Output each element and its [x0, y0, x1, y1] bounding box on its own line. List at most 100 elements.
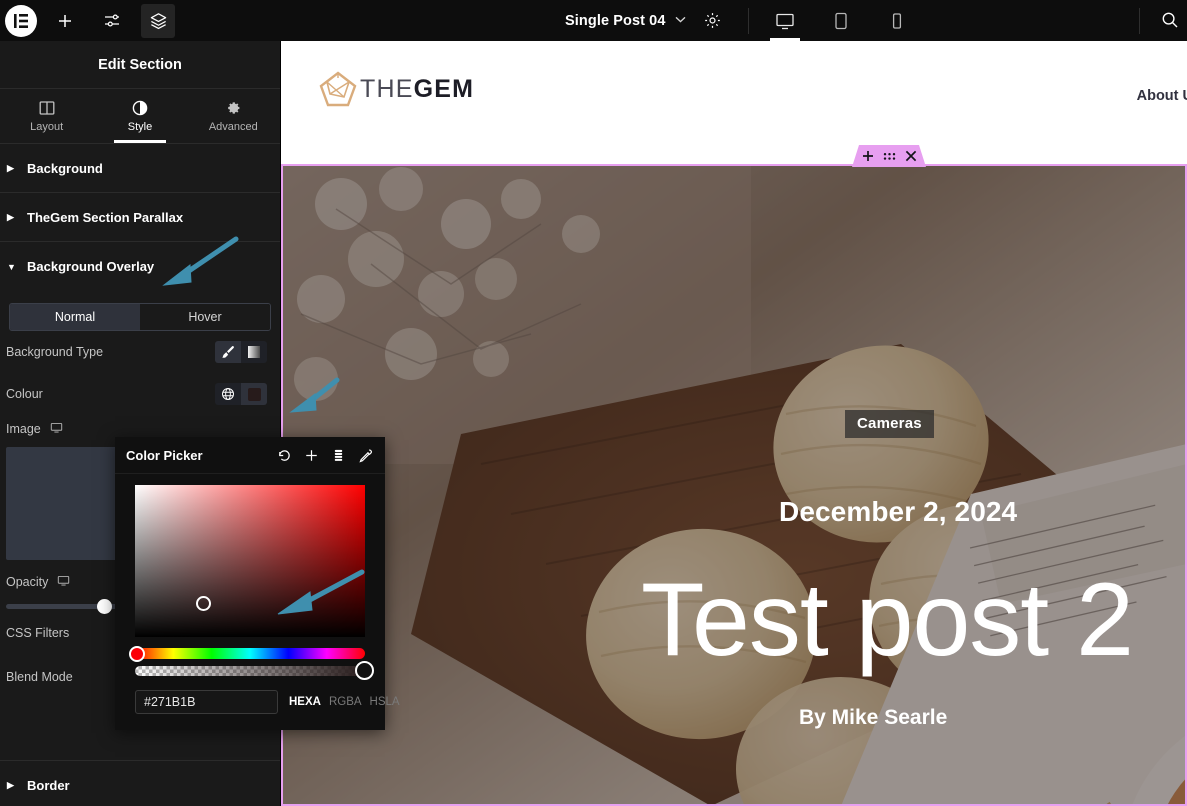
close-icon[interactable]: [905, 150, 917, 162]
brush-icon: [222, 346, 234, 358]
color-format-tabs: HEXA RGBA HSLA: [289, 696, 400, 708]
section-background-label: Background: [27, 160, 103, 176]
chevron-right-icon: ▶: [7, 779, 14, 790]
reset-icon[interactable]: [275, 446, 293, 464]
post-category-badge[interactable]: Cameras: [845, 410, 934, 438]
background-type-classic-button[interactable]: [215, 341, 241, 363]
nav-item-about-us[interactable]: About U: [1137, 88, 1187, 104]
tab-layout[interactable]: Layout: [0, 89, 93, 143]
page-title: Edit Section: [98, 56, 182, 73]
alpha-handle[interactable]: [355, 661, 374, 680]
hue-slider[interactable]: [129, 646, 365, 662]
device-tablet-button[interactable]: [813, 0, 869, 41]
document-title: Single Post 04: [565, 12, 666, 29]
section-background[interactable]: ▶ Background: [0, 144, 280, 193]
tab-style[interactable]: Style: [93, 89, 186, 143]
swatches-icon[interactable]: [329, 446, 347, 464]
background-type-control-group: [215, 341, 267, 363]
logo-text: THEGEM: [360, 75, 474, 104]
chevron-down-icon: [675, 15, 686, 26]
colour-label: Colour: [6, 387, 43, 401]
editor-canvas: THEGEM About U: [281, 41, 1187, 806]
elementor-editor: Single Post 04 THEGEM About Cameras Dece…: [0, 0, 1187, 806]
site-settings-button[interactable]: [88, 0, 135, 41]
state-tab-hover[interactable]: Hover: [140, 304, 270, 330]
tab-layout-label: Layout: [30, 120, 64, 133]
colour-control-group: [215, 383, 267, 405]
plus-icon: [58, 14, 71, 27]
toolbar-divider: [748, 8, 749, 34]
opacity-slider-handle[interactable]: [97, 599, 112, 614]
row-background-type: Background Type: [0, 331, 280, 373]
image-label-text: Image: [6, 422, 41, 436]
top-toolbar: Single Post 04: [0, 0, 1187, 41]
section-background-overlay[interactable]: ▼ Background Overlay: [0, 242, 280, 291]
gem-pentagon-icon: [319, 71, 357, 107]
elementor-logo-button[interactable]: [0, 0, 41, 41]
site-header: THEGEM About U: [281, 41, 1187, 164]
hue-handle[interactable]: [129, 646, 145, 662]
blend-mode-label: Blend Mode: [6, 670, 73, 684]
plus-icon[interactable]: [862, 150, 874, 162]
section-edit-toolbar[interactable]: [852, 145, 926, 167]
elementor-logo-icon: [4, 4, 37, 37]
section-thegem-parallax-label: TheGem Section Parallax: [27, 209, 184, 225]
color-picker-footer: HEXA RGBA HSLA: [135, 690, 400, 714]
hero-section[interactable]: Cameras December 2, 2024 Test post 2 By …: [281, 164, 1187, 806]
background-type-label: Background Type: [6, 345, 104, 359]
format-rgba[interactable]: RGBA: [329, 696, 362, 708]
tab-style-label: Style: [127, 120, 153, 133]
monitor-icon[interactable]: [57, 574, 70, 590]
toolbar-divider-right: [1139, 8, 1140, 34]
overlay-state-tabs: Normal Hover: [9, 303, 271, 331]
color-picker-header: Color Picker: [115, 437, 385, 474]
navigator-button[interactable]: [141, 3, 175, 38]
hue-bar: [135, 648, 365, 659]
hex-input[interactable]: [135, 690, 278, 714]
global-colors-button[interactable]: [215, 383, 241, 405]
plus-icon[interactable]: [302, 446, 320, 464]
finder-button[interactable]: [1160, 10, 1180, 35]
mobile-icon: [892, 12, 902, 29]
tab-advanced[interactable]: Advanced: [187, 89, 280, 143]
section-background-overlay-label: Background Overlay: [27, 259, 155, 274]
format-hexa[interactable]: HEXA: [289, 696, 321, 708]
background-type-gradient-button[interactable]: [241, 341, 267, 363]
site-logo[interactable]: THEGEM: [318, 70, 474, 108]
color-picker-popup[interactable]: Color Picker #271B1B HEXA RGBA HSLA: [115, 437, 400, 730]
logo-gem: GEM: [413, 74, 475, 103]
globe-icon: [222, 388, 234, 400]
eyedropper-icon[interactable]: [356, 446, 374, 464]
chevron-right-icon: ▶: [7, 211, 14, 222]
section-thegem-parallax[interactable]: ▶ TheGem Section Parallax: [0, 193, 280, 242]
saturation-value-area[interactable]: [135, 485, 365, 637]
chevron-right-icon: ▶: [7, 162, 14, 173]
color-swatch: [247, 387, 261, 401]
color-picker-title: Color Picker: [126, 447, 203, 463]
document-settings-button[interactable]: [703, 11, 722, 35]
section-border[interactable]: ▶ Border: [0, 760, 280, 806]
post-title: Test post 2: [641, 562, 1134, 678]
chevron-down-icon: ▼: [7, 261, 16, 272]
format-hsla[interactable]: HSLA: [370, 696, 400, 708]
image-label: Image: [6, 421, 63, 437]
search-icon: [1162, 12, 1178, 28]
device-desktop-button[interactable]: [757, 0, 813, 41]
saturation-handle[interactable]: [196, 596, 211, 611]
state-tab-normal[interactable]: Normal: [10, 304, 140, 330]
layout-icon: [39, 100, 55, 116]
alpha-slider[interactable]: [135, 661, 374, 680]
half-circle-icon: [132, 100, 148, 116]
tab-advanced-label: Advanced: [208, 120, 258, 133]
hero-content: Cameras December 2, 2024 Test post 2 By …: [281, 164, 1187, 806]
device-mobile-button[interactable]: [869, 0, 925, 41]
gear-icon: [705, 13, 720, 28]
responsive-device-switcher: [757, 0, 925, 41]
monitor-icon[interactable]: [50, 421, 63, 437]
panel-tabs: Layout Style Advanced: [0, 89, 280, 144]
color-picker-actions: [275, 446, 374, 464]
colour-swatch-button[interactable]: [241, 383, 267, 405]
drag-handle-icon[interactable]: [883, 152, 896, 161]
add-element-button[interactable]: [41, 0, 88, 41]
section-border-label: Border: [27, 777, 70, 793]
